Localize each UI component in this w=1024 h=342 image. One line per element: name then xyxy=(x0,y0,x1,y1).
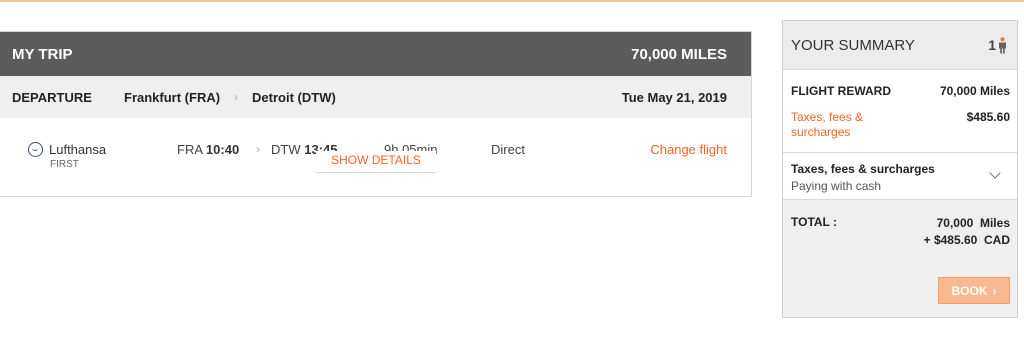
total-miles: 70,000 Miles xyxy=(936,216,1010,230)
change-flight-link[interactable]: Change flight xyxy=(650,142,727,157)
flight-reward-value: 70,000 Miles xyxy=(939,84,1010,98)
book-button[interactable]: BOOK › xyxy=(938,277,1010,304)
passenger-count: 1 xyxy=(988,36,1007,54)
summary-header: YOUR SUMMARY 1 xyxy=(783,21,1017,70)
summary-panel: YOUR SUMMARY 1 FLIGHT REWARD 70,000 Mile… xyxy=(782,20,1018,318)
departure-time-value: 10:40 xyxy=(205,142,240,157)
top-divider xyxy=(0,0,1024,2)
departure-time: FRA 10:40 xyxy=(177,142,239,157)
passenger-count-value: 1 xyxy=(988,37,996,53)
chevron-right-icon: › xyxy=(256,142,260,156)
total-cash: + $485.60 CAD xyxy=(923,233,1010,247)
show-details-button[interactable]: SHOW DETAILS xyxy=(316,151,436,173)
total-label: TOTAL : xyxy=(791,215,837,229)
lufthansa-logo-icon xyxy=(28,142,43,157)
chevron-right-icon: › xyxy=(234,90,239,104)
flight-stops: Direct xyxy=(491,142,525,157)
trip-header: MY TRIP 70,000 MILES xyxy=(0,32,751,76)
departure-row: DEPARTURE Frankfurt (FRA) › Detroit (DTW… xyxy=(0,76,751,118)
trip-title: MY TRIP xyxy=(12,45,73,63)
taxes-payment-dropdown[interactable]: Taxes, fees & surcharges Paying with cas… xyxy=(783,152,1017,200)
airline: Lufthansa xyxy=(28,142,106,157)
book-button-label: BOOK xyxy=(951,283,988,298)
taxes-link[interactable]: Taxes, fees & surcharges xyxy=(791,110,881,140)
destination-city: Detroit (DTW) xyxy=(252,89,336,105)
total-section: TOTAL : 70,000 Miles + $485.60 CAD BOOK … xyxy=(783,200,1017,317)
airline-name: Lufthansa xyxy=(49,142,107,157)
arrival-airport-code: DTW xyxy=(271,142,301,157)
total-line: TOTAL : 70,000 Miles + $485.60 CAD xyxy=(791,215,1010,249)
taxes-value: $485.60 xyxy=(966,110,1010,124)
departure-date: Tue May 21, 2019 xyxy=(621,89,727,105)
flight-reward-label: FLIGHT REWARD xyxy=(791,84,891,98)
flight-reward-row: FLIGHT REWARD 70,000 Miles xyxy=(783,70,1017,98)
departure-airport-code: FRA xyxy=(177,142,203,157)
summary-title: YOUR SUMMARY xyxy=(791,36,915,54)
taxes-row: Taxes, fees & surcharges $485.60 xyxy=(783,98,1017,140)
taxes-payment-title: Taxes, fees & surcharges xyxy=(791,162,935,176)
chevron-right-icon: › xyxy=(992,283,997,298)
total-amounts: 70,000 Miles + $485.60 CAD xyxy=(924,215,1010,249)
taxes-payment-method: Paying with cash xyxy=(791,179,882,193)
cabin-class: FIRST xyxy=(50,159,79,170)
origin-city: Frankfurt (FRA) xyxy=(124,89,221,105)
departure-label: DEPARTURE xyxy=(12,89,92,105)
trip-total-miles: 70,000 MILES xyxy=(631,45,727,63)
passenger-icon xyxy=(999,36,1006,53)
